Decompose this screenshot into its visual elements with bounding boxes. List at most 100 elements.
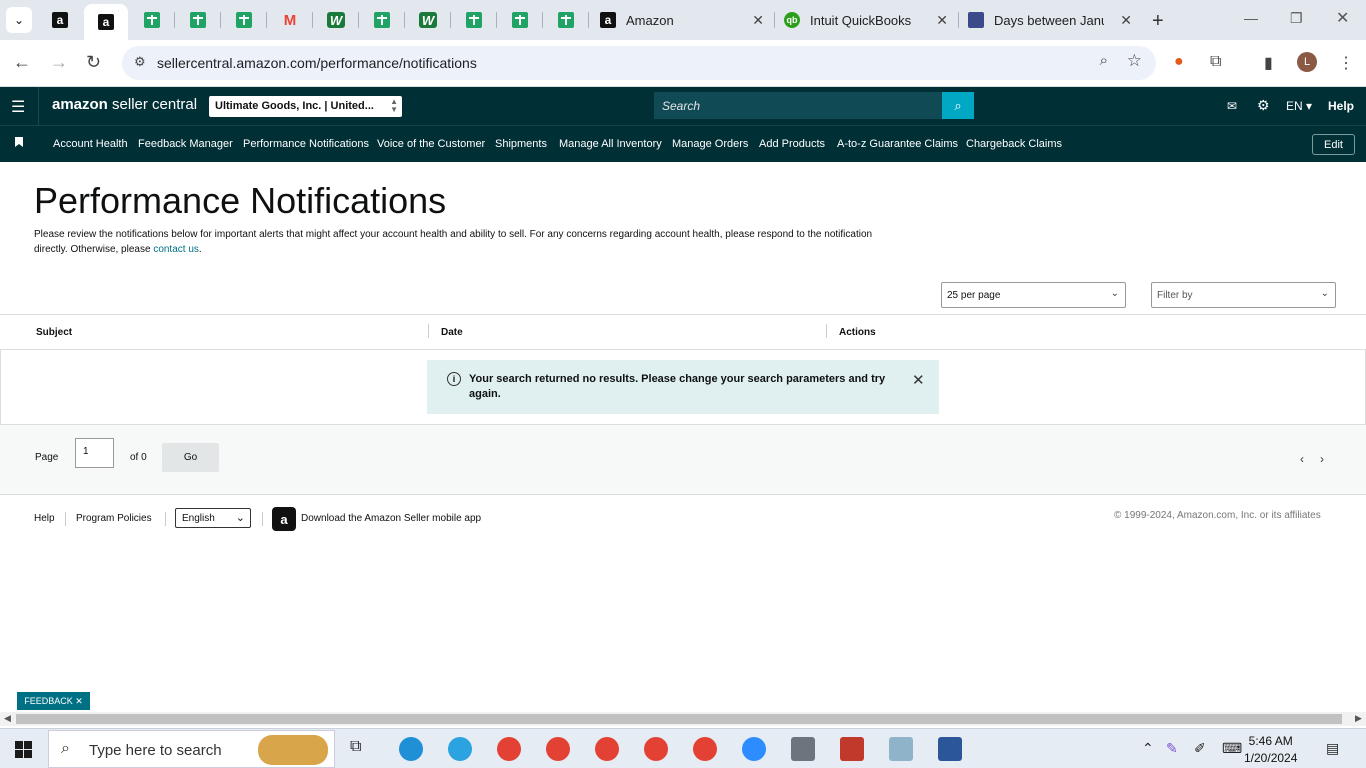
download-app-link[interactable]: Download the Amazon Seller mobile app	[301, 513, 481, 524]
nav-add-products[interactable]: Add Products	[759, 138, 825, 150]
go-button[interactable]: Go	[162, 443, 219, 472]
window-close-icon[interactable]: ✕	[1336, 8, 1349, 28]
calculator-icon[interactable]	[791, 737, 815, 761]
windows-start-icon[interactable]	[15, 741, 32, 758]
footer-help-link[interactable]: Help	[34, 513, 55, 524]
close-tab-icon[interactable]: ✕	[936, 12, 948, 29]
tab-search-chevron-icon[interactable]: ⌄	[6, 7, 32, 33]
search-input[interactable]: Search	[654, 92, 942, 119]
side-panel-icon[interactable]: ▮	[1264, 53, 1273, 73]
close-tab-icon[interactable]: ✕	[1120, 12, 1132, 29]
horizontal-scrollbar[interactable]: ◀ ▶	[0, 712, 1366, 726]
keyboard-icon[interactable]: ⌨	[1222, 740, 1242, 757]
previous-page-icon[interactable]: ‹	[1300, 452, 1304, 466]
scroll-left-icon[interactable]: ◀	[4, 713, 11, 724]
no-results-alert: i Your search returned no results. Pleas…	[427, 360, 939, 414]
extension-flame-icon[interactable]: ●	[1174, 53, 1184, 71]
search-icon[interactable]: ⌕	[942, 92, 974, 119]
reload-icon[interactable]: ↻	[86, 52, 101, 73]
chrome-icon[interactable]	[497, 737, 521, 761]
nav-shipments[interactable]: Shipments	[495, 138, 547, 150]
scrollbar-thumb[interactable]	[16, 714, 1342, 724]
seller-central-logo[interactable]: amazon seller central	[52, 96, 197, 113]
bookmark-star-icon[interactable]: ☆	[1127, 51, 1142, 71]
word-icon[interactable]	[938, 737, 962, 761]
help-link[interactable]: Help	[1328, 99, 1354, 113]
browser-menu-icon[interactable]: ⋮	[1338, 53, 1354, 73]
taskbar-clock[interactable]: 5:46 AM 1/20/2024	[1244, 733, 1297, 767]
account-selector[interactable]: Ultimate Goods, Inc. | United... ▲ ▼	[209, 96, 402, 117]
task-view-icon[interactable]: ⧉	[350, 738, 361, 756]
chrome-icon[interactable]	[546, 737, 570, 761]
per-page-select[interactable]: 25 per page ⌄	[941, 282, 1126, 308]
taskbar-search-box[interactable]: ⌕ Type here to search	[48, 730, 335, 768]
zoom-magnifier-icon[interactable]: ⌕	[1100, 52, 1108, 69]
restore-icon[interactable]: ❐	[1290, 10, 1303, 27]
pinned-tab-sheets[interactable]	[498, 4, 542, 36]
scroll-right-icon[interactable]: ▶	[1355, 713, 1362, 724]
chrome-icon[interactable]	[595, 737, 619, 761]
nav-manage-inventory[interactable]: Manage All Inventory	[559, 138, 662, 150]
pinned-tab-sheets[interactable]	[452, 4, 496, 36]
nav-manage-orders[interactable]: Manage Orders	[672, 138, 748, 150]
filter-by-select[interactable]: Filter by ⌄	[1151, 282, 1336, 308]
nav-account-health[interactable]: Account Health	[53, 138, 128, 150]
tab-amazon[interactable]: a Amazon ✕	[592, 4, 772, 36]
edge-icon[interactable]	[399, 737, 423, 761]
pinned-tab-amazon[interactable]: a	[38, 4, 82, 36]
forward-arrow-icon[interactable]: →	[50, 52, 68, 73]
chrome-icon[interactable]	[644, 737, 668, 761]
pinned-tab-sheets[interactable]	[130, 4, 174, 36]
close-tab-icon[interactable]: ✕	[752, 12, 764, 29]
hamburger-menu-icon[interactable]: ☰	[11, 97, 25, 117]
seller-app-icon[interactable]: a	[272, 507, 296, 531]
pen-icon[interactable]: ✎	[1166, 740, 1178, 757]
close-alert-icon[interactable]: ✕	[912, 371, 925, 389]
address-bar[interactable]: ⚙ sellercentral.amazon.com/performance/n…	[122, 46, 1156, 80]
telegram-icon[interactable]	[448, 737, 472, 761]
next-page-icon[interactable]: ›	[1320, 452, 1324, 466]
pinned-tab-sheets[interactable]	[360, 4, 404, 36]
edit-nav-button[interactable]: Edit	[1312, 134, 1355, 155]
minimize-icon[interactable]: —	[1244, 10, 1258, 26]
tab-days-between[interactable]: Days between Januar ✕	[960, 4, 1140, 36]
contact-us-link[interactable]: contact us	[153, 244, 199, 255]
nav-performance-notifications[interactable]: Performance Notifications	[243, 138, 369, 150]
bookmark-icon[interactable]	[15, 137, 23, 147]
chevron-up-icon[interactable]: ⌃	[1142, 740, 1154, 757]
column-subject[interactable]: Subject	[36, 327, 72, 338]
nav-atoz-claims[interactable]: A-to-z Guarantee Claims	[837, 138, 958, 150]
notepad-icon[interactable]	[889, 737, 913, 761]
pinned-tab-amazon-active[interactable]: a	[84, 4, 128, 40]
url-text[interactable]: sellercentral.amazon.com/performance/not…	[157, 55, 477, 71]
zoom-icon[interactable]	[742, 737, 766, 761]
pinned-tab-sheets[interactable]	[222, 4, 266, 36]
mail-icon[interactable]: ✉	[1227, 99, 1237, 113]
page-number-input[interactable]: 1	[75, 438, 114, 468]
column-date[interactable]: Date	[441, 327, 463, 338]
extensions-puzzle-icon[interactable]: ⧉	[1210, 53, 1221, 71]
language-selector[interactable]: EN ▾	[1286, 99, 1312, 113]
nav-chargeback-claims[interactable]: Chargeback Claims	[966, 138, 1062, 150]
nav-voice-of-customer[interactable]: Voice of the Customer	[377, 138, 485, 150]
program-policies-link[interactable]: Program Policies	[76, 513, 152, 524]
notifications-icon[interactable]: ▤	[1326, 740, 1339, 757]
tab-quickbooks[interactable]: qb Intuit QuickBooks ✕	[776, 4, 956, 36]
ink-icon[interactable]: ✐	[1194, 740, 1206, 757]
wave-icon: W	[419, 12, 437, 28]
settings-gear-icon[interactable]: ⚙	[1257, 97, 1270, 114]
back-arrow-icon[interactable]: ←	[13, 52, 31, 73]
pinned-tab-sheets[interactable]	[544, 4, 588, 36]
nav-feedback-manager[interactable]: Feedback Manager	[138, 138, 233, 150]
pinned-tab-sheets[interactable]	[176, 4, 220, 36]
pinned-tab-wave[interactable]: W	[314, 4, 358, 36]
footer-language-select[interactable]: English ⌄	[175, 508, 251, 528]
chrome-icon[interactable]	[693, 737, 717, 761]
profile-avatar[interactable]: L	[1297, 52, 1317, 72]
pinned-tab-wave[interactable]: W	[406, 4, 450, 36]
new-tab-plus-icon[interactable]: +	[1152, 10, 1164, 33]
pinned-tab-gmail[interactable]: M	[268, 4, 312, 36]
app-icon[interactable]	[840, 737, 864, 761]
feedback-button[interactable]: FEEDBACK ✕	[17, 692, 90, 710]
site-settings-icon[interactable]: ⚙	[134, 54, 146, 70]
